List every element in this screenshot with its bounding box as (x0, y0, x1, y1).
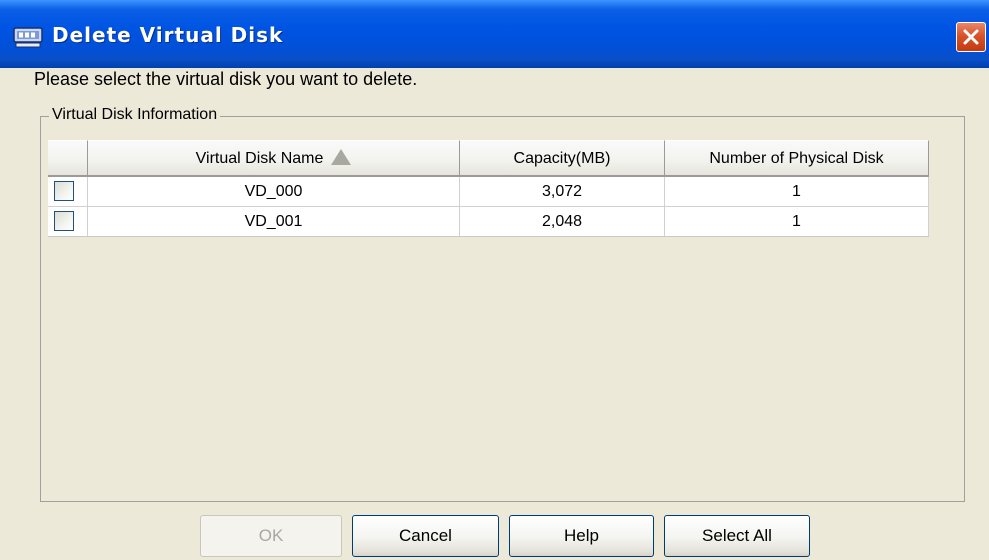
close-button[interactable] (956, 22, 986, 52)
window-title: Delete Virtual Disk (52, 23, 284, 47)
table-row-select-cell (48, 177, 88, 207)
select-all-button[interactable]: Select All (664, 515, 810, 557)
table-cell-capacity[interactable]: 2,048 (460, 207, 665, 237)
table-cell-physical-disks[interactable]: 1 (665, 177, 929, 207)
instruction-text: Please select the virtual disk you want … (34, 69, 418, 89)
row-checkbox-vd-001[interactable] (54, 211, 74, 231)
column-header-capacity[interactable]: Capacity(MB) (460, 140, 665, 177)
column-header-select (48, 140, 88, 177)
column-header-virtual-disk-name[interactable]: Virtual Disk Name (88, 140, 460, 177)
row-checkbox-vd-000[interactable] (54, 181, 74, 201)
help-button[interactable]: Help (509, 515, 654, 557)
column-header-number-of-physical-disk[interactable]: Number of Physical Disk (665, 140, 929, 177)
table-row-select-cell (48, 207, 88, 237)
table-cell-name[interactable]: VD_001 (88, 207, 460, 237)
table-bottom-divider (48, 236, 929, 237)
sort-ascending-icon (331, 149, 352, 165)
table-cell-physical-disks[interactable]: 1 (665, 207, 929, 237)
ok-button[interactable]: OK (200, 515, 342, 557)
table-cell-capacity[interactable]: 3,072 (460, 177, 665, 207)
title-bar[interactable]: Delete Virtual Disk (0, 0, 989, 68)
cancel-button[interactable]: Cancel (352, 515, 499, 557)
delete-virtual-disk-dialog: Delete Virtual Disk Please select the vi… (0, 0, 989, 560)
disk-icon (13, 27, 43, 48)
column-header-label: Virtual Disk Name (195, 150, 324, 167)
close-icon (963, 29, 979, 45)
table-cell-name[interactable]: VD_000 (88, 177, 460, 207)
group-label: Virtual Disk Information (49, 106, 221, 124)
